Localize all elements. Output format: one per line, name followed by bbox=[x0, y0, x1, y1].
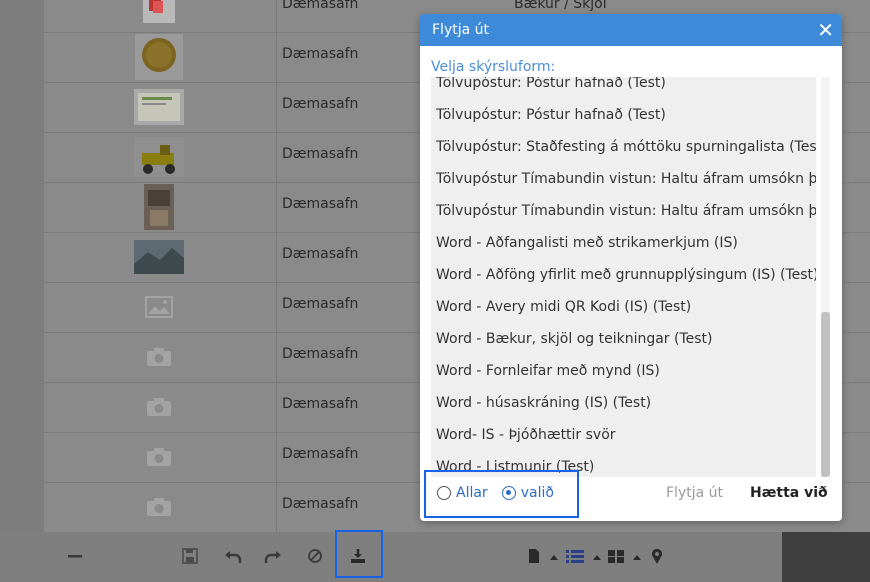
radio-all-label[interactable]: Allar bbox=[456, 485, 488, 501]
collection-cell: Dæmasafn bbox=[282, 346, 359, 362]
list-item[interactable]: Tölvupóstur: Póstur hafnað (Test) bbox=[431, 77, 816, 99]
cancel-button[interactable]: Hætta við bbox=[750, 485, 828, 501]
minus-icon[interactable] bbox=[68, 546, 82, 571]
radio-selected-label[interactable]: valið bbox=[521, 485, 554, 501]
close-icon[interactable]: ✕ bbox=[817, 18, 834, 42]
camera-icon bbox=[134, 434, 184, 480]
left-column bbox=[0, 0, 44, 532]
undo-icon[interactable] bbox=[224, 546, 242, 571]
dialog-header: Flytja út ✕ bbox=[420, 14, 842, 46]
bottom-toolbar bbox=[0, 532, 870, 582]
thumbnail[interactable] bbox=[134, 134, 184, 180]
list-item[interactable]: Word - Avery midi QR Kodi (IS) (Test) bbox=[431, 291, 816, 323]
export-button-highlight bbox=[335, 530, 383, 578]
list-item[interactable]: Tölvupóstur: Póstur hafnað (Test) bbox=[431, 99, 816, 131]
list-item[interactable]: Word - húsaskráning (IS) (Test) bbox=[431, 387, 816, 419]
list-scrollbar-thumb[interactable] bbox=[821, 312, 830, 477]
collection-cell: Dæmasafn bbox=[282, 0, 359, 12]
list-item[interactable]: Word - Aðfangalisti með strikamerkjum (I… bbox=[431, 227, 816, 259]
triangle-up-icon[interactable] bbox=[632, 546, 642, 571]
thumbnail[interactable] bbox=[134, 234, 184, 280]
collection-cell: Dæmasafn bbox=[282, 396, 359, 412]
document-icon[interactable] bbox=[528, 546, 540, 571]
image-placeholder-icon bbox=[134, 284, 184, 330]
camera-icon bbox=[134, 334, 184, 380]
map-pin-icon[interactable] bbox=[651, 546, 663, 571]
collection-cell: Dæmasafn bbox=[282, 196, 359, 212]
report-template-list[interactable]: Tölvupóstur: Póstur hafnað (Test) Tölvup… bbox=[431, 77, 816, 477]
camera-icon bbox=[134, 484, 184, 530]
camera-icon bbox=[134, 384, 184, 430]
list-item[interactable]: Tölvupóstur: Staðfesting á móttöku spurn… bbox=[431, 131, 816, 163]
list-item[interactable]: Tölvupóstur Tímabundin vistun: Haltu áfr… bbox=[431, 163, 816, 195]
cancel-circle-icon[interactable] bbox=[307, 546, 323, 571]
list-item[interactable]: Tölvupóstur Tímabundin vistun: Haltu áfr… bbox=[431, 195, 816, 227]
list-item[interactable]: Word - Fornleifar með mynd (IS) bbox=[431, 355, 816, 387]
collection-cell: Dæmasafn bbox=[282, 96, 359, 112]
collection-cell: Dæmasafn bbox=[282, 246, 359, 262]
list-item[interactable]: Word- IS - Þjóðhættir svör bbox=[431, 419, 816, 451]
export-button[interactable]: Flytja út bbox=[666, 485, 723, 501]
list-item[interactable]: Word - Aðföng yfirlit með grunnupplýsing… bbox=[431, 259, 816, 291]
triangle-up-icon[interactable] bbox=[549, 546, 559, 571]
collection-cell: Dæmasafn bbox=[282, 296, 359, 312]
collection-cell: Dæmasafn bbox=[282, 146, 359, 162]
toolbar-right-panel bbox=[782, 532, 870, 582]
thumbnail[interactable] bbox=[134, 34, 184, 80]
thumbnail[interactable] bbox=[134, 184, 184, 230]
save-icon[interactable] bbox=[182, 546, 198, 571]
radio-selected[interactable] bbox=[501, 486, 516, 500]
radio-all[interactable] bbox=[437, 486, 451, 500]
export-scope-radio-group: Allar valið bbox=[437, 485, 568, 501]
list-item[interactable]: Word - Bækur, skjöl og teikningar (Test) bbox=[431, 323, 816, 355]
export-dialog: Flytja út ✕ Velja skýrsluform: Tölvupóst… bbox=[420, 14, 842, 521]
collection-cell: Dæmasafn bbox=[282, 46, 359, 62]
category-cell: Bækur / Skjöl bbox=[514, 0, 607, 12]
collection-cell: Dæmasafn bbox=[282, 446, 359, 462]
dialog-title: Flytja út bbox=[432, 22, 489, 38]
list-view-icon[interactable] bbox=[566, 546, 584, 571]
grid-view-icon[interactable] bbox=[608, 546, 624, 571]
thumbnail[interactable] bbox=[134, 84, 184, 130]
collection-cell: Dæmasafn bbox=[282, 496, 359, 512]
triangle-up-icon[interactable] bbox=[592, 546, 602, 571]
redo-icon[interactable] bbox=[264, 546, 282, 571]
dialog-subtitle: Velja skýrsluform: bbox=[431, 59, 556, 75]
thumbnail[interactable] bbox=[134, 0, 184, 30]
